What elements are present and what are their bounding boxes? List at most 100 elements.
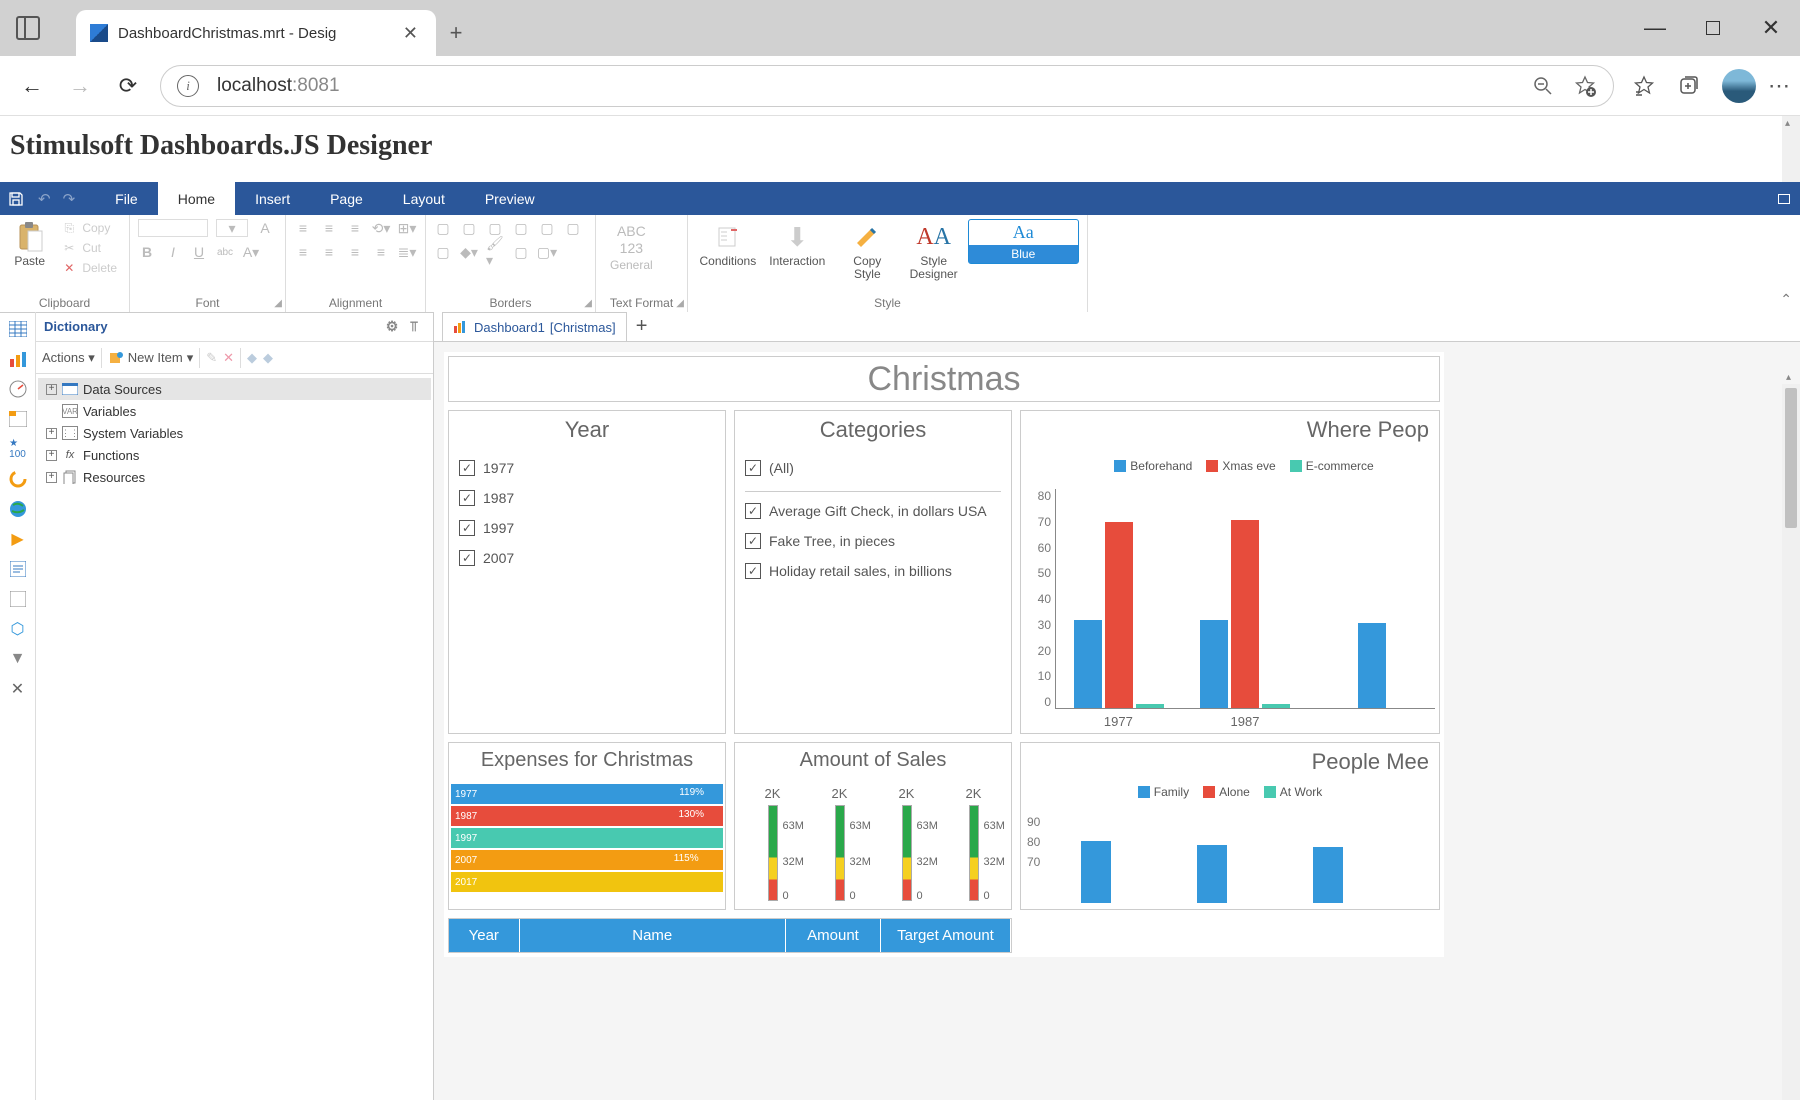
category-check-tree[interactable]: ✓Fake Tree, in pieces bbox=[745, 526, 1001, 556]
underline-button[interactable]: U bbox=[190, 243, 208, 261]
ribbon-tab-home[interactable]: Home bbox=[158, 182, 235, 215]
year-check-1977[interactable]: ✓1977 bbox=[459, 453, 715, 483]
strike-button[interactable]: abc bbox=[216, 243, 234, 261]
window-maximize-button[interactable] bbox=[1684, 0, 1742, 56]
toolbox-indicator-icon[interactable]: ★100 bbox=[7, 438, 29, 460]
address-bar[interactable]: i localhost:8081 bbox=[160, 65, 1614, 107]
year-filter-panel[interactable]: Year ✓1977 ✓1987 ✓1997 ✓2007 bbox=[448, 410, 726, 734]
save-button[interactable] bbox=[0, 182, 32, 215]
year-check-1997[interactable]: ✓1997 bbox=[459, 513, 715, 543]
categories-filter-panel[interactable]: Categories ✓(All) ✓Average Gift Check, i… bbox=[734, 410, 1012, 734]
url-port: :8081 bbox=[292, 75, 340, 97]
conditions-button[interactable]: Conditions bbox=[696, 219, 760, 270]
style-selector[interactable]: Aa Blue bbox=[968, 219, 1079, 264]
borders-dialog-launcher[interactable]: ◢ bbox=[584, 298, 592, 309]
favorites-add-icon[interactable] bbox=[1573, 74, 1597, 98]
ribbon-restore-button[interactable] bbox=[1768, 182, 1800, 215]
redo-button[interactable]: ↷ bbox=[57, 190, 82, 208]
site-info-icon[interactable]: i bbox=[177, 75, 199, 97]
toolbox-shape-icon[interactable]: ⬡ bbox=[7, 618, 29, 640]
zoom-icon[interactable] bbox=[1531, 74, 1555, 98]
ribbon-group-style: Conditions ⬇ Interaction Copy Style AA S… bbox=[688, 215, 1088, 312]
delete-button[interactable]: ✕Delete bbox=[57, 259, 121, 277]
paste-button[interactable]: Paste bbox=[8, 219, 51, 270]
font-color-button[interactable]: A▾ bbox=[242, 243, 260, 261]
window-close-button[interactable]: ✕ bbox=[1742, 0, 1800, 56]
category-check-retail[interactable]: ✓Holiday retail sales, in billions bbox=[745, 556, 1001, 586]
toolbox-filter-icon[interactable]: ▼ bbox=[7, 648, 29, 670]
toolbox-pivot-icon[interactable] bbox=[7, 408, 29, 430]
toolbox-text-icon[interactable] bbox=[7, 558, 29, 580]
collections-icon[interactable] bbox=[1676, 74, 1700, 98]
dictionary-title: Dictionary bbox=[44, 319, 108, 334]
copy-button[interactable]: ⎘Copy bbox=[57, 219, 121, 237]
dictionary-tree: + Data Sources VAR Variables + ⋮⋮ System… bbox=[36, 374, 433, 492]
tree-item-data-sources[interactable]: + Data Sources bbox=[38, 378, 431, 400]
ribbon-group-borders: ▢▢▢▢▢▢ ▢◆▾🖌▾▢▢▾ Borders ◢ bbox=[426, 215, 596, 312]
data-table[interactable]: Year Name Amount Target Amount bbox=[448, 918, 1012, 953]
copy-style-button[interactable]: Copy Style bbox=[835, 219, 900, 283]
toolbox-chart-icon[interactable] bbox=[7, 348, 29, 370]
toolbox-tools-icon[interactable]: ✕ bbox=[7, 678, 29, 700]
dictionary-toolbar: Actions ▾ New Item ▾ ✎ ✕ ◆ ◆ bbox=[36, 342, 433, 374]
dictionary-new-item-button[interactable]: New Item ▾ bbox=[108, 350, 193, 366]
where-people-chart[interactable]: Where Peop Beforehand Xmas eve E-commerc… bbox=[1020, 410, 1440, 734]
design-tab-dashboard1[interactable]: Dashboard1 [Christmas] bbox=[442, 312, 627, 341]
category-check-all[interactable]: ✓(All) bbox=[745, 453, 1001, 483]
tab-close-button[interactable]: ✕ bbox=[399, 19, 422, 48]
toolbox-gauge-icon[interactable] bbox=[7, 378, 29, 400]
dictionary-delete-icon[interactable]: ✕ bbox=[223, 350, 234, 366]
style-designer-button[interactable]: AA StyleDesigner bbox=[906, 219, 962, 283]
ribbon-tab-insert[interactable]: Insert bbox=[235, 182, 310, 215]
category-check-gift[interactable]: ✓Average Gift Check, in dollars USA bbox=[745, 496, 1001, 526]
italic-button[interactable]: I bbox=[164, 243, 182, 261]
tree-item-functions[interactable]: + fx Functions bbox=[38, 444, 431, 466]
ribbon-tab-file[interactable]: File bbox=[95, 182, 158, 215]
interaction-button[interactable]: ⬇ Interaction bbox=[766, 219, 829, 270]
forward-button[interactable]: → bbox=[56, 62, 104, 110]
window-tab-overview[interactable] bbox=[0, 0, 56, 56]
people-meet-chart[interactable]: People Mee Family Alone At Work 90 80 70 bbox=[1020, 742, 1440, 910]
dictionary-settings-icon[interactable]: ⚙ bbox=[381, 318, 403, 335]
cut-button[interactable]: ✂Cut bbox=[57, 239, 121, 257]
amount-of-sales-chart[interactable]: Amount of Sales 2K63M32M0 2K63M32M0 2K63… bbox=[734, 742, 1012, 910]
browser-tab[interactable]: DashboardChristmas.mrt - Desig ✕ bbox=[76, 10, 436, 56]
new-tab-button[interactable]: + bbox=[436, 10, 476, 56]
ribbon-tab-preview[interactable]: Preview bbox=[465, 182, 555, 215]
font-dialog-launcher[interactable]: ◢ bbox=[274, 298, 282, 309]
tree-item-resources[interactable]: + Resources bbox=[38, 466, 431, 488]
expenses-chart[interactable]: Expenses for Christmas 1977119% 1987130%… bbox=[448, 742, 726, 910]
favorites-icon[interactable] bbox=[1632, 74, 1656, 98]
text-format-dialog-launcher[interactable]: ◢ bbox=[676, 298, 684, 309]
toolbox-map-icon[interactable] bbox=[7, 498, 29, 520]
ribbon-tab-page[interactable]: Page bbox=[310, 182, 383, 215]
dashboard-icon bbox=[453, 320, 469, 334]
year-check-1987[interactable]: ✓1987 bbox=[459, 483, 715, 513]
window-minimize-button[interactable]: — bbox=[1626, 0, 1684, 56]
toolbox-rail: ★100 ▶ ⬡ ▼ ✕ bbox=[0, 312, 36, 1100]
dictionary-actions-button[interactable]: Actions ▾ bbox=[42, 350, 95, 366]
dictionary-up-icon[interactable]: ◆ bbox=[247, 350, 257, 366]
ribbon-tab-layout[interactable]: Layout bbox=[383, 182, 465, 215]
profile-avatar[interactable] bbox=[1722, 69, 1756, 103]
ribbon-collapse-button[interactable]: ⌃ bbox=[1780, 291, 1792, 308]
dictionary-edit-icon[interactable]: ✎ bbox=[206, 350, 217, 366]
back-button[interactable]: ← bbox=[8, 62, 56, 110]
more-menu-button[interactable]: ⋯ bbox=[1768, 74, 1792, 98]
toolbox-table-icon[interactable] bbox=[7, 318, 29, 340]
dictionary-down-icon[interactable]: ◆ bbox=[263, 350, 273, 366]
text-format-button[interactable]: ABC123 General bbox=[604, 219, 659, 274]
year-check-2007[interactable]: ✓2007 bbox=[459, 543, 715, 573]
dictionary-pin-icon[interactable]: ⫪ bbox=[403, 318, 425, 335]
undo-button[interactable]: ↶ bbox=[32, 190, 57, 208]
dashboard-surface[interactable]: Christmas Year ✓1977 ✓1987 ✓1997 ✓2007 bbox=[444, 352, 1444, 957]
tree-item-system-variables[interactable]: + ⋮⋮ System Variables bbox=[38, 422, 431, 444]
toolbox-image-icon[interactable]: ▶ bbox=[7, 528, 29, 550]
canvas-vertical-scrollbar[interactable]: ▴ bbox=[1782, 384, 1800, 1100]
toolbox-panel-icon[interactable] bbox=[7, 588, 29, 610]
refresh-button[interactable]: ⟳ bbox=[104, 62, 152, 110]
tree-item-variables[interactable]: VAR Variables bbox=[38, 400, 431, 422]
toolbox-progress-icon[interactable] bbox=[7, 468, 29, 490]
design-tab-add-button[interactable]: + bbox=[627, 312, 657, 341]
bold-button[interactable]: B bbox=[138, 243, 156, 261]
